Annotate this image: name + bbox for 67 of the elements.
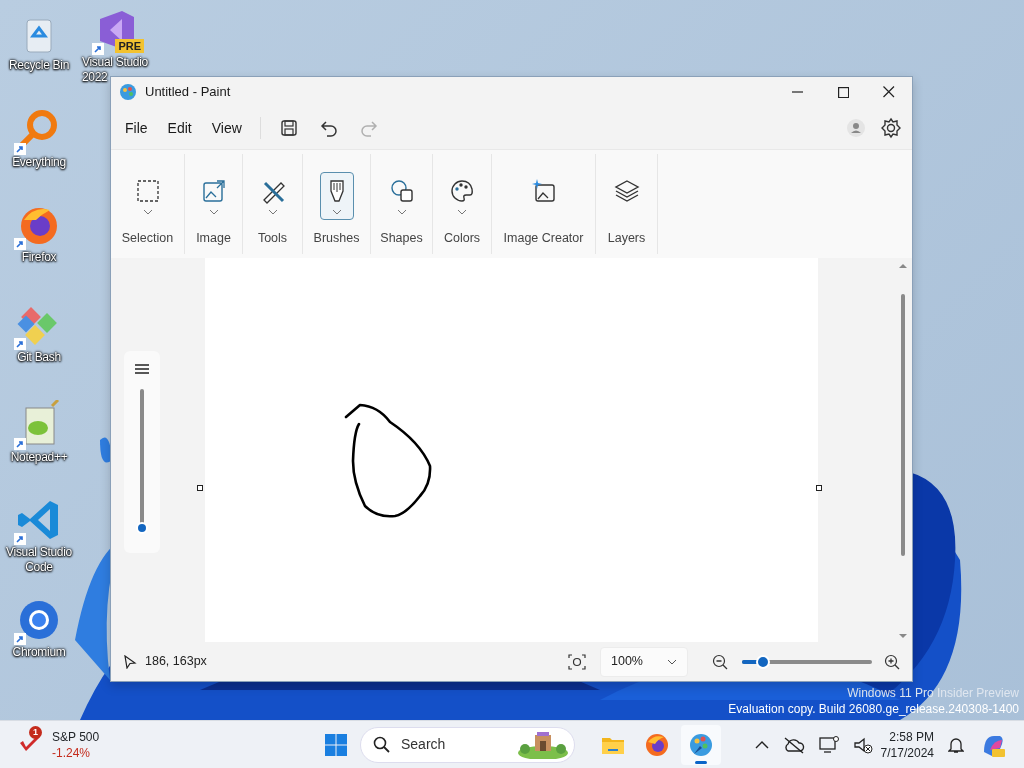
- clock[interactable]: 2:58 PM 7/17/2024: [880, 728, 934, 761]
- palette-icon: [448, 177, 476, 205]
- cloud-off-icon[interactable]: [782, 735, 805, 754]
- ribbon-label: Image: [196, 230, 231, 248]
- icon-label[interactable]: Firefox: [21, 250, 57, 265]
- window-title: Untitled - Paint: [145, 83, 231, 102]
- taskbar-app-button[interactable]: [681, 724, 721, 765]
- start-button[interactable]: [324, 732, 348, 757]
- icon-label[interactable]: 2022: [82, 70, 108, 85]
- chevron-down-icon: [396, 209, 407, 215]
- settings-icon[interactable]: [880, 117, 902, 139]
- search-icon: [373, 735, 391, 754]
- menu-item[interactable]: Edit: [157, 113, 202, 143]
- zoom-in-icon[interactable]: [884, 653, 900, 670]
- scrollbar[interactable]: [898, 262, 908, 640]
- icon-label[interactable]: Code: [25, 560, 53, 575]
- palette-icon: [688, 731, 714, 758]
- icon-label[interactable]: Everything: [12, 155, 66, 170]
- ribbon-label: Shapes: [380, 230, 423, 248]
- chevron-up-icon[interactable]: [754, 739, 769, 750]
- bell-icon[interactable]: [948, 735, 964, 754]
- widget-value: -1.24%: [52, 744, 92, 761]
- chevron-down-icon: [667, 658, 677, 665]
- icon-label[interactable]: Visual Studio: [82, 55, 148, 70]
- pre-badge: PRE: [115, 39, 144, 53]
- icon-label[interactable]: Visual Studio: [6, 545, 72, 560]
- ribbon-label: Colors: [443, 230, 481, 248]
- slider-thumb[interactable]: [755, 654, 770, 669]
- maximize-icon: [837, 86, 849, 98]
- fox-icon: [644, 731, 670, 758]
- fit-to-window-icon[interactable]: [568, 653, 586, 670]
- ribbon-tool-button[interactable]: [319, 172, 354, 220]
- chevron-down-icon: [457, 209, 467, 215]
- menu-item[interactable]: File: [115, 113, 158, 143]
- account-icon[interactable]: [846, 118, 866, 138]
- resize-handle[interactable]: [816, 485, 822, 491]
- slider-thumb[interactable]: [136, 522, 148, 535]
- icon-label[interactable]: Recycle Bin: [8, 58, 70, 73]
- speaker-muted-icon[interactable]: [852, 735, 873, 754]
- line-weight-icon: [134, 363, 150, 375]
- ribbon-label: Selection: [121, 230, 174, 248]
- minimize-icon: [791, 91, 803, 93]
- search-box[interactable]: Search: [360, 726, 575, 763]
- chevron-down-icon: [208, 209, 219, 215]
- search-field[interactable]: Search: [399, 733, 509, 756]
- monitor-icon[interactable]: [818, 735, 839, 754]
- pointer-icon: [123, 654, 137, 669]
- ribbon-label: Brushes: [313, 230, 360, 248]
- ribbon-label: Image Creator: [503, 230, 584, 248]
- zoom-dropdown[interactable]: 100%: [600, 646, 688, 677]
- icon-label[interactable]: Git Bash: [17, 350, 61, 365]
- menu-item[interactable]: View: [201, 113, 252, 143]
- ribbon-label: Tools: [257, 230, 288, 248]
- paint-app-icon: [119, 83, 137, 101]
- layers-icon: [612, 177, 641, 205]
- zoom-out-icon[interactable]: [712, 653, 728, 670]
- widget-title[interactable]: S&P 500: [52, 728, 100, 745]
- chevron-down-icon: [267, 209, 278, 215]
- notification-badge: 1: [29, 725, 42, 739]
- icon-label[interactable]: Chromium: [12, 645, 66, 660]
- resize-handle[interactable]: [197, 485, 203, 491]
- icon-label[interactable]: Notepad++: [10, 450, 68, 465]
- ribbon-label: Layers: [607, 230, 646, 248]
- cursor-position-text: 186, 163px: [145, 653, 207, 671]
- chevron-down-icon: [142, 209, 153, 215]
- chevron-down-icon: [331, 209, 342, 215]
- close-icon: [883, 86, 895, 98]
